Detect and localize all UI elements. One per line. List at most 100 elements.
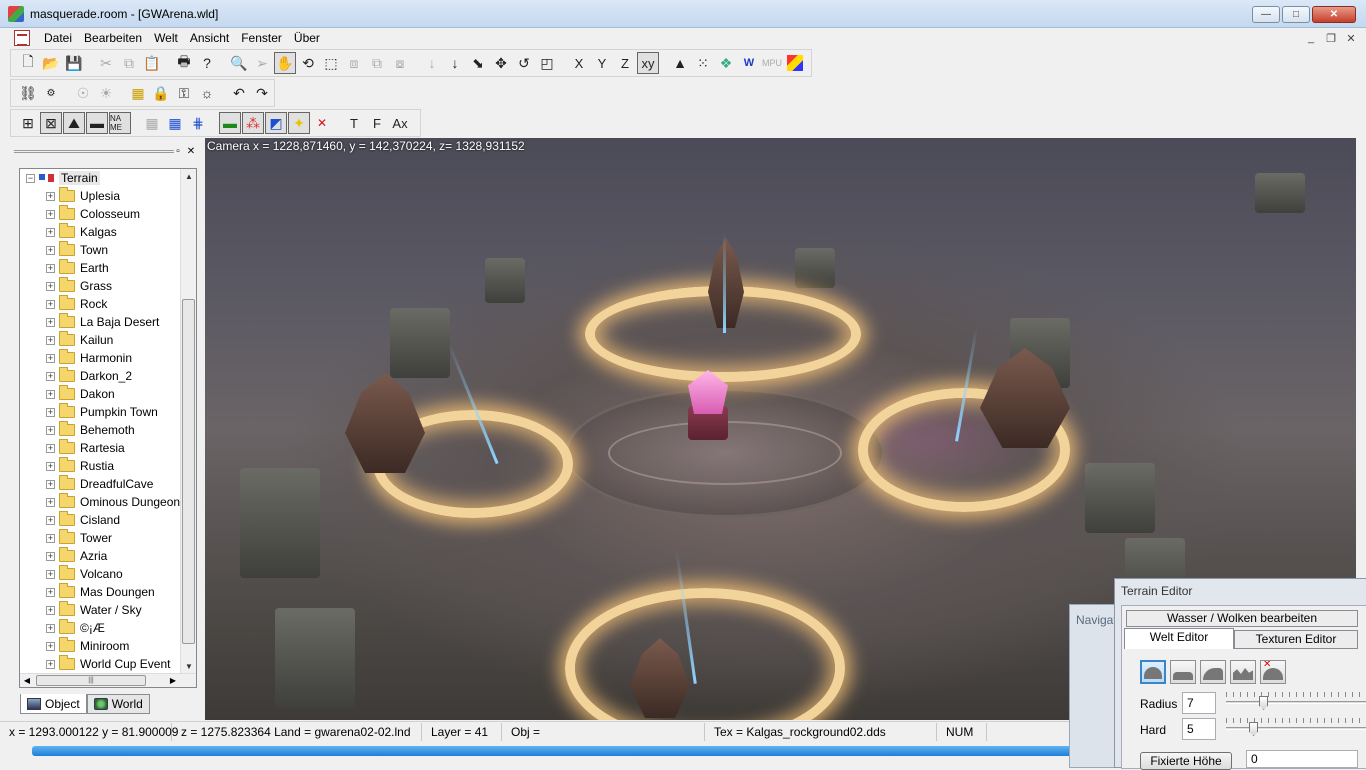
- collapse-icon[interactable]: −: [26, 173, 35, 183]
- brush-noise-icon[interactable]: [1230, 660, 1256, 684]
- redo-icon[interactable]: ↷: [251, 82, 273, 104]
- panel-grip[interactable]: [14, 150, 174, 153]
- maximize-button[interactable]: □: [1282, 6, 1310, 23]
- expand-icon[interactable]: +: [46, 335, 55, 345]
- open-folder-icon[interactable]: 📂: [40, 52, 62, 74]
- terrain-mountain-icon[interactable]: ▲: [669, 52, 691, 74]
- move-diagonal-icon[interactable]: ⬊: [467, 52, 489, 74]
- brush-delete-icon[interactable]: ✕: [1260, 660, 1286, 684]
- object-group-icon[interactable]: ⧉: [366, 52, 388, 74]
- tree-item[interactable]: + Darkon_2: [20, 367, 182, 385]
- tree-item[interactable]: + Cisland: [20, 511, 182, 529]
- tree-item[interactable]: + Dakon: [20, 385, 182, 403]
- axis-x-button[interactable]: X: [568, 52, 590, 74]
- name-display-button[interactable]: NA ME: [109, 112, 131, 134]
- expand-icon[interactable]: +: [46, 569, 55, 579]
- tree-item[interactable]: + Kalgas: [20, 223, 182, 241]
- expand-icon[interactable]: +: [46, 551, 55, 561]
- tab-water-clouds[interactable]: Wasser / Wolken bearbeiten: [1126, 610, 1358, 627]
- tree-item[interactable]: + Volcano: [20, 565, 182, 583]
- expand-icon[interactable]: +: [46, 443, 55, 453]
- minimize-button[interactable]: —: [1252, 6, 1280, 23]
- scroll-thumb[interactable]: [182, 299, 195, 644]
- expand-icon[interactable]: +: [46, 461, 55, 471]
- tree-item[interactable]: + Mas Doungen: [20, 583, 182, 601]
- mpu-button[interactable]: MPU: [761, 52, 783, 74]
- expand-icon[interactable]: +: [46, 641, 55, 651]
- world-w-button[interactable]: W: [738, 52, 760, 74]
- close-button[interactable]: ✕: [1312, 6, 1356, 23]
- expand-icon[interactable]: +: [46, 407, 55, 417]
- grid-lines-icon[interactable]: ⊠: [40, 112, 62, 134]
- hscroll-thumb[interactable]: |||: [36, 675, 146, 686]
- expand-icon[interactable]: +: [46, 209, 55, 219]
- copy-icon[interactable]: ⧉: [118, 52, 140, 74]
- scale-object-icon[interactable]: ⬚: [320, 52, 342, 74]
- axis-z-button[interactable]: Z: [614, 52, 636, 74]
- mdi-close-button[interactable]: ✕: [1342, 30, 1360, 46]
- help-icon[interactable]: ?: [196, 52, 218, 74]
- expand-icon[interactable]: +: [46, 659, 55, 669]
- scroll-up-icon[interactable]: ▲: [181, 169, 196, 185]
- tree-hscroll[interactable]: ◀ ||| ▶: [20, 673, 196, 687]
- move-all-icon[interactable]: ✥: [490, 52, 512, 74]
- expand-icon[interactable]: +: [46, 227, 55, 237]
- exe-icon[interactable]: ⚙: [40, 82, 62, 104]
- tree-root[interactable]: − Terrain: [20, 169, 182, 187]
- grid-view-icon[interactable]: ⊞: [17, 112, 39, 134]
- mdi-restore-button[interactable]: ❐: [1322, 30, 1340, 46]
- tab-world[interactable]: World: [86, 694, 150, 714]
- move-down-gray-icon[interactable]: ↓: [421, 52, 443, 74]
- tab-object[interactable]: Object: [20, 694, 87, 714]
- expand-icon[interactable]: +: [46, 371, 55, 381]
- grid-small-icon[interactable]: ▦: [141, 112, 163, 134]
- grid-multi-icon[interactable]: ⋕: [187, 112, 209, 134]
- text-f-button[interactable]: F: [366, 112, 388, 134]
- link-icon[interactable]: ⛓: [17, 82, 39, 104]
- expand-icon[interactable]: +: [46, 605, 55, 615]
- land-green-icon[interactable]: ▬: [219, 112, 241, 134]
- expand-icon[interactable]: +: [46, 425, 55, 435]
- light-yellow-icon[interactable]: ✦: [288, 112, 310, 134]
- tree-item[interactable]: + Behemoth: [20, 421, 182, 439]
- delete-red-icon[interactable]: ✕: [311, 112, 333, 134]
- hard-slider-knob[interactable]: [1249, 722, 1258, 736]
- color-picker-icon[interactable]: [787, 55, 803, 71]
- expand-icon[interactable]: +: [46, 191, 55, 201]
- color-palette-icon[interactable]: ❖: [715, 52, 737, 74]
- grid-blue-icon[interactable]: ▦: [164, 112, 186, 134]
- save-icon[interactable]: 💾: [63, 52, 85, 74]
- tab-texturen-editor[interactable]: Texturen Editor: [1234, 630, 1358, 649]
- expand-icon[interactable]: +: [46, 479, 55, 489]
- tree-item[interactable]: + DreadfulCave: [20, 475, 182, 493]
- tree-vscroll[interactable]: ▲ ▼: [180, 169, 196, 675]
- tree-item[interactable]: + Kailun: [20, 331, 182, 349]
- expand-icon[interactable]: +: [46, 299, 55, 309]
- axis-xy-button[interactable]: xy: [637, 52, 659, 74]
- tree-item[interactable]: + Grass: [20, 277, 182, 295]
- tree-item[interactable]: + Rartesia: [20, 439, 182, 457]
- menu-fenster[interactable]: Fenster: [235, 31, 288, 45]
- grid-yellow-icon[interactable]: ▦: [127, 82, 149, 104]
- text-t-button[interactable]: T: [343, 112, 365, 134]
- menu-datei[interactable]: Datei: [38, 31, 78, 45]
- tree-item[interactable]: + Rock: [20, 295, 182, 313]
- tree-item[interactable]: + World Cup Event: [20, 655, 182, 673]
- brush-raise-icon[interactable]: [1140, 660, 1166, 684]
- print-icon[interactable]: 🖶: [173, 52, 195, 74]
- tree-item[interactable]: + Ominous Dungeon: [20, 493, 182, 511]
- expand-icon[interactable]: +: [46, 587, 55, 597]
- expand-icon[interactable]: +: [46, 263, 55, 273]
- tree-item[interactable]: + Earth: [20, 259, 182, 277]
- paste-icon[interactable]: 📋: [141, 52, 163, 74]
- hard-slider[interactable]: [1226, 718, 1366, 740]
- terrain-edit-icon[interactable]: ⛰: [63, 112, 85, 134]
- cut-icon[interactable]: ✂: [95, 52, 117, 74]
- expand-icon[interactable]: +: [46, 533, 55, 543]
- brush-smooth-icon[interactable]: [1200, 660, 1226, 684]
- tree-item[interactable]: + Water / Sky: [20, 601, 182, 619]
- scale-icon[interactable]: ◰: [536, 52, 558, 74]
- tree-item[interactable]: + ©¡Æ: [20, 619, 182, 637]
- expand-icon[interactable]: +: [46, 389, 55, 399]
- document-icon[interactable]: [14, 30, 30, 46]
